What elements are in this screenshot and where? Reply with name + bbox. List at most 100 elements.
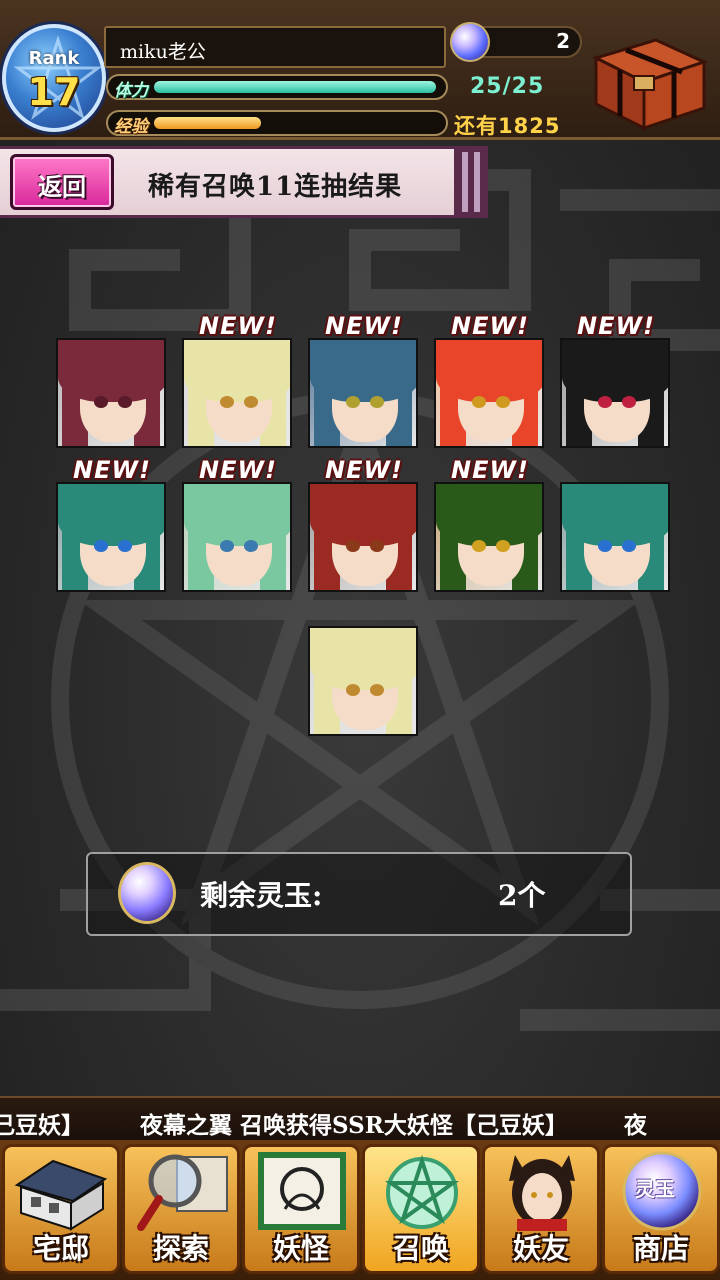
shop-badge: 灵玉 (635, 1177, 675, 1201)
exp-remaining: 还有1825 (454, 114, 561, 138)
ticker-message: 夜幕之翼 召唤获得SSR大妖怪【己豆妖】 (140, 1112, 568, 1139)
new-badge: NEW! (325, 456, 403, 484)
player-name: miku老公 (120, 41, 206, 63)
nav-label-yokai: 妖怪 (272, 1232, 329, 1265)
nav-item-yokai[interactable]: 妖怪 (242, 1144, 360, 1274)
rank-label: Rank (28, 48, 80, 69)
nav-label-friends: 妖友 (512, 1232, 569, 1265)
spirit-jade-orb-icon (118, 862, 176, 924)
portrait-eye (118, 540, 132, 552)
result-card-4[interactable] (434, 338, 544, 448)
portrait-hair (58, 340, 164, 402)
background-pattern (0, 169, 720, 1031)
portrait-hair (310, 484, 416, 546)
nav-item-home[interactable]: 宅邸 (2, 1144, 120, 1274)
result-card-7[interactable] (182, 482, 292, 592)
mansion-icon (14, 1159, 108, 1231)
portrait-eye (346, 684, 360, 696)
portrait-eye (94, 396, 108, 408)
portrait-eye (244, 540, 258, 552)
new-badge: NEW! (325, 312, 403, 340)
portrait-eye (472, 540, 486, 552)
portrait-hair (562, 340, 668, 402)
portrait-hair (436, 340, 542, 402)
new-badge: NEW! (73, 456, 151, 484)
result-card-2[interactable] (182, 338, 292, 448)
player-name-box: miku老公 (104, 26, 446, 68)
portrait-eye (94, 540, 108, 552)
portrait-eye (472, 396, 486, 408)
remaining-count: 2个 (498, 879, 546, 912)
nav-item-shop[interactable]: 灵玉 商店 (602, 1144, 720, 1274)
back-button-label: 返回 (38, 173, 86, 201)
portrait-eye (220, 540, 234, 552)
back-button[interactable]: 返回 (10, 154, 114, 210)
result-card-10[interactable] (560, 482, 670, 592)
spirit-jade-icon (450, 22, 490, 62)
portrait-eye (346, 540, 360, 552)
portrait-eye (370, 684, 384, 696)
portrait-eye (622, 540, 636, 552)
nav-label-shop: 商店 (632, 1232, 689, 1265)
rank-badge: Rank 17 (2, 24, 106, 132)
ticker-fragment: 己豆妖】 (0, 1112, 84, 1139)
portrait-eye (598, 396, 612, 408)
announcement-ticker: 己豆妖】 夜幕之翼 召唤获得SSR大妖怪【己豆妖】 夜 (0, 1096, 720, 1140)
ticker-tail: 夜 (623, 1112, 647, 1139)
magnifier-map-icon (137, 1154, 228, 1231)
remaining-label: 剩余灵玉: (200, 879, 323, 912)
portrait-hair (58, 484, 164, 546)
gem-count: 2 (556, 29, 570, 53)
portrait-eye (622, 396, 636, 408)
portrait-eye (244, 396, 258, 408)
top-status-bar: Rank 17 miku老公 2 体力 25/25 经验 还有1825 (0, 0, 720, 140)
fox-girl-icon (509, 1155, 575, 1231)
nav-label-summon: 召唤 (392, 1232, 449, 1265)
exp-fill (154, 117, 261, 129)
portrait-eye (598, 540, 612, 552)
new-badge: NEW! (451, 312, 529, 340)
gift-chest-icon[interactable] (586, 28, 712, 132)
new-badge: NEW! (451, 456, 529, 484)
summon-pentagram-icon (384, 1154, 460, 1229)
portrait-hair (310, 628, 416, 690)
result-card-9[interactable] (434, 482, 544, 592)
page-title: 稀有召唤11连抽结果 (148, 172, 403, 202)
portrait-hair (310, 340, 416, 402)
portrait-hair (184, 340, 290, 402)
summon-results-screen: Rank 17 miku老公 2 体力 25/25 经验 还有1825 返回 稀… (0, 0, 720, 1280)
result-card-5[interactable] (560, 338, 670, 448)
stamina-bar: 体力 (106, 74, 448, 101)
result-card-11[interactable] (308, 626, 418, 736)
portrait-hair (436, 484, 542, 546)
portrait-eye (496, 396, 510, 408)
stamina-label: 体力 (114, 81, 148, 101)
portrait-hair (562, 484, 668, 546)
new-badge: NEW! (577, 312, 655, 340)
exp-label: 经验 (114, 117, 148, 137)
new-badge: NEW! (199, 456, 277, 484)
portrait-eye (496, 540, 510, 552)
nav-item-friends[interactable]: 妖友 (482, 1144, 600, 1274)
rank-value: 17 (27, 70, 81, 114)
stamina-value: 25/25 (470, 74, 545, 99)
result-card-1[interactable] (56, 338, 166, 448)
new-badge: NEW! (199, 312, 277, 340)
portrait-hair (184, 484, 290, 546)
portrait-eye (370, 396, 384, 408)
yokai-scroll-icon (258, 1152, 346, 1230)
result-card-8[interactable] (308, 482, 418, 592)
ticker-text: 己豆妖】 夜幕之翼 召唤获得SSR大妖怪【己豆妖】 夜 (0, 1106, 695, 1140)
portrait-eye (118, 396, 132, 408)
nav-item-summon[interactable]: 召唤 (362, 1144, 480, 1274)
result-card-6[interactable] (56, 482, 166, 592)
nav-label-home: 宅邸 (32, 1232, 89, 1265)
bottom-navigation: 宅邸 探索 妖怪 召唤 妖友 灵玉 商店 (0, 1140, 720, 1280)
exp-bar: 经验 (106, 110, 448, 137)
stamina-fill (154, 81, 436, 93)
result-card-3[interactable] (308, 338, 418, 448)
nav-label-explore: 探索 (152, 1232, 209, 1265)
portrait-eye (370, 540, 384, 552)
nav-item-explore[interactable]: 探索 (122, 1144, 240, 1274)
portrait-eye (220, 396, 234, 408)
